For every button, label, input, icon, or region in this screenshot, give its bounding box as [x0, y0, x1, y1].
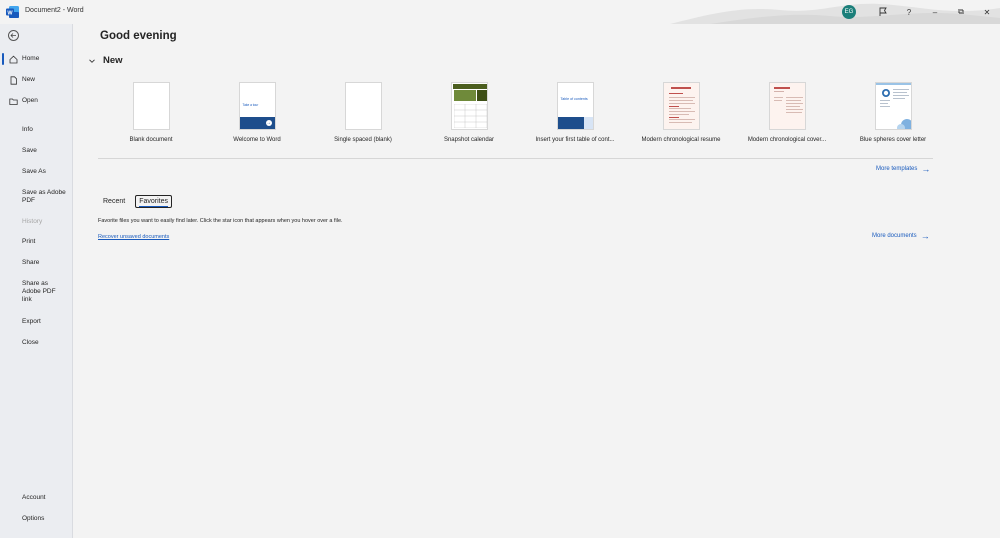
template-blue-spheres-cover-letter[interactable]: Blue spheres cover letter	[840, 82, 946, 143]
more-templates-label: More templates	[876, 166, 918, 172]
favorites-empty-message: Favorite files you want to easily find l…	[98, 218, 343, 224]
svg-text:W: W	[7, 10, 13, 16]
home-pane: Good evening New Blank document Take a t…	[74, 24, 1000, 538]
sidebar-item-export[interactable]: Export	[0, 318, 73, 326]
template-name: Welcome to Word	[233, 137, 281, 143]
sidebar-item-home[interactable]: Home	[0, 53, 73, 65]
template-thumbnail	[450, 82, 488, 130]
template-name: Insert your first table of cont...	[535, 137, 615, 143]
template-thumb-text: Table of contents	[560, 97, 588, 101]
template-thumbnail	[344, 82, 382, 130]
back-arrow-icon[interactable]	[8, 30, 19, 41]
sidebar-item-share[interactable]: Share	[0, 259, 73, 267]
template-thumbnail: Table of contents	[556, 82, 594, 130]
sidebar-item-close[interactable]: Close	[0, 339, 73, 347]
close-button[interactable]: ✕	[974, 0, 1000, 24]
template-single-spaced-blank[interactable]: Single spaced (blank)	[310, 82, 416, 143]
help-button[interactable]: ?	[896, 0, 922, 24]
sidebar-item-info[interactable]: Info	[0, 126, 73, 134]
restore-button[interactable]: ⧉	[948, 0, 974, 24]
new-section-header[interactable]: New	[88, 55, 123, 66]
tab-favorites[interactable]: Favorites	[135, 195, 172, 208]
template-name: Blue spheres cover letter	[859, 137, 927, 143]
arrow-right-icon: →	[265, 120, 272, 126]
template-thumbnail	[874, 82, 912, 130]
template-thumbnail	[132, 82, 170, 130]
template-name: Single spaced (blank)	[334, 137, 392, 143]
documents-tabs: Recent Favorites	[100, 195, 179, 208]
feedback-icon[interactable]	[870, 0, 896, 24]
template-snapshot-calendar[interactable]: Snapshot calendar	[416, 82, 522, 143]
template-name: Modern chronological cover...	[747, 137, 827, 143]
tab-recent[interactable]: Recent	[100, 196, 128, 207]
template-name: Snapshot calendar	[443, 137, 495, 143]
template-table-of-contents[interactable]: Table of contents Insert your first tabl…	[522, 82, 628, 143]
more-documents-link[interactable]: More documents →	[872, 231, 930, 241]
sidebar-item-print[interactable]: Print	[0, 238, 73, 246]
sidebar-item-label: Open	[22, 97, 38, 104]
title-bar: W Document2 - Word EG ? – ⧉ ✕	[0, 0, 1000, 24]
new-document-icon	[10, 76, 17, 85]
sidebar-item-new[interactable]: New	[0, 76, 73, 85]
template-thumbnail	[662, 82, 700, 130]
new-section-label: New	[103, 55, 123, 66]
home-icon	[9, 55, 18, 64]
sidebar-item-save-as-adobe-pdf[interactable]: Save as Adobe PDF	[0, 189, 70, 205]
template-name: Modern chronological resume	[641, 137, 721, 143]
sidebar-item-share-as-adobe-pdf-link[interactable]: Share as Adobe PDF link	[0, 280, 58, 304]
arrow-right-icon: →	[921, 164, 931, 174]
more-documents-label: More documents	[872, 233, 917, 239]
chevron-down-icon	[89, 58, 95, 63]
minimize-button[interactable]: –	[922, 0, 948, 24]
sidebar-item-options[interactable]: Options	[0, 515, 73, 523]
template-thumb-text: Take a tour	[242, 103, 259, 107]
account-avatar[interactable]: EG	[842, 5, 856, 19]
template-thumbnail: Take a tour →	[238, 82, 276, 130]
folder-icon	[9, 98, 18, 105]
window-title: Document2 - Word	[25, 7, 84, 14]
section-divider	[98, 158, 933, 159]
greeting-heading: Good evening	[100, 30, 177, 42]
sidebar-item-history: History	[22, 218, 43, 225]
template-name: Blank document	[129, 137, 173, 143]
sidebar-item-account[interactable]: Account	[0, 494, 73, 502]
word-app-icon: W	[6, 6, 19, 18]
template-thumbnail	[768, 82, 806, 130]
sidebar-item-label: Home	[22, 55, 40, 62]
backstage-sidebar: Home New Open Info Save Save As Save as …	[0, 24, 73, 538]
sidebar-item-save-as[interactable]: Save As	[0, 168, 73, 176]
sidebar-item-open[interactable]: Open	[0, 97, 73, 105]
sidebar-item-save[interactable]: Save	[0, 147, 73, 155]
sidebar-item-label: New	[22, 76, 36, 83]
template-modern-chronological-cover-letter[interactable]: Modern chronological cover...	[734, 82, 840, 143]
arrow-right-icon: →	[920, 231, 930, 241]
recover-unsaved-documents-link[interactable]: Recover unsaved documents	[98, 234, 169, 240]
template-gallery: Blank document Take a tour → Welcome to …	[98, 82, 958, 152]
template-blank-document[interactable]: Blank document	[98, 82, 204, 143]
tab-favorites-label: Favorites	[139, 198, 168, 207]
template-modern-chronological-resume[interactable]: Modern chronological resume	[628, 82, 734, 143]
template-welcome-to-word[interactable]: Take a tour → Welcome to Word	[204, 82, 310, 143]
more-templates-link[interactable]: More templates →	[876, 164, 931, 174]
